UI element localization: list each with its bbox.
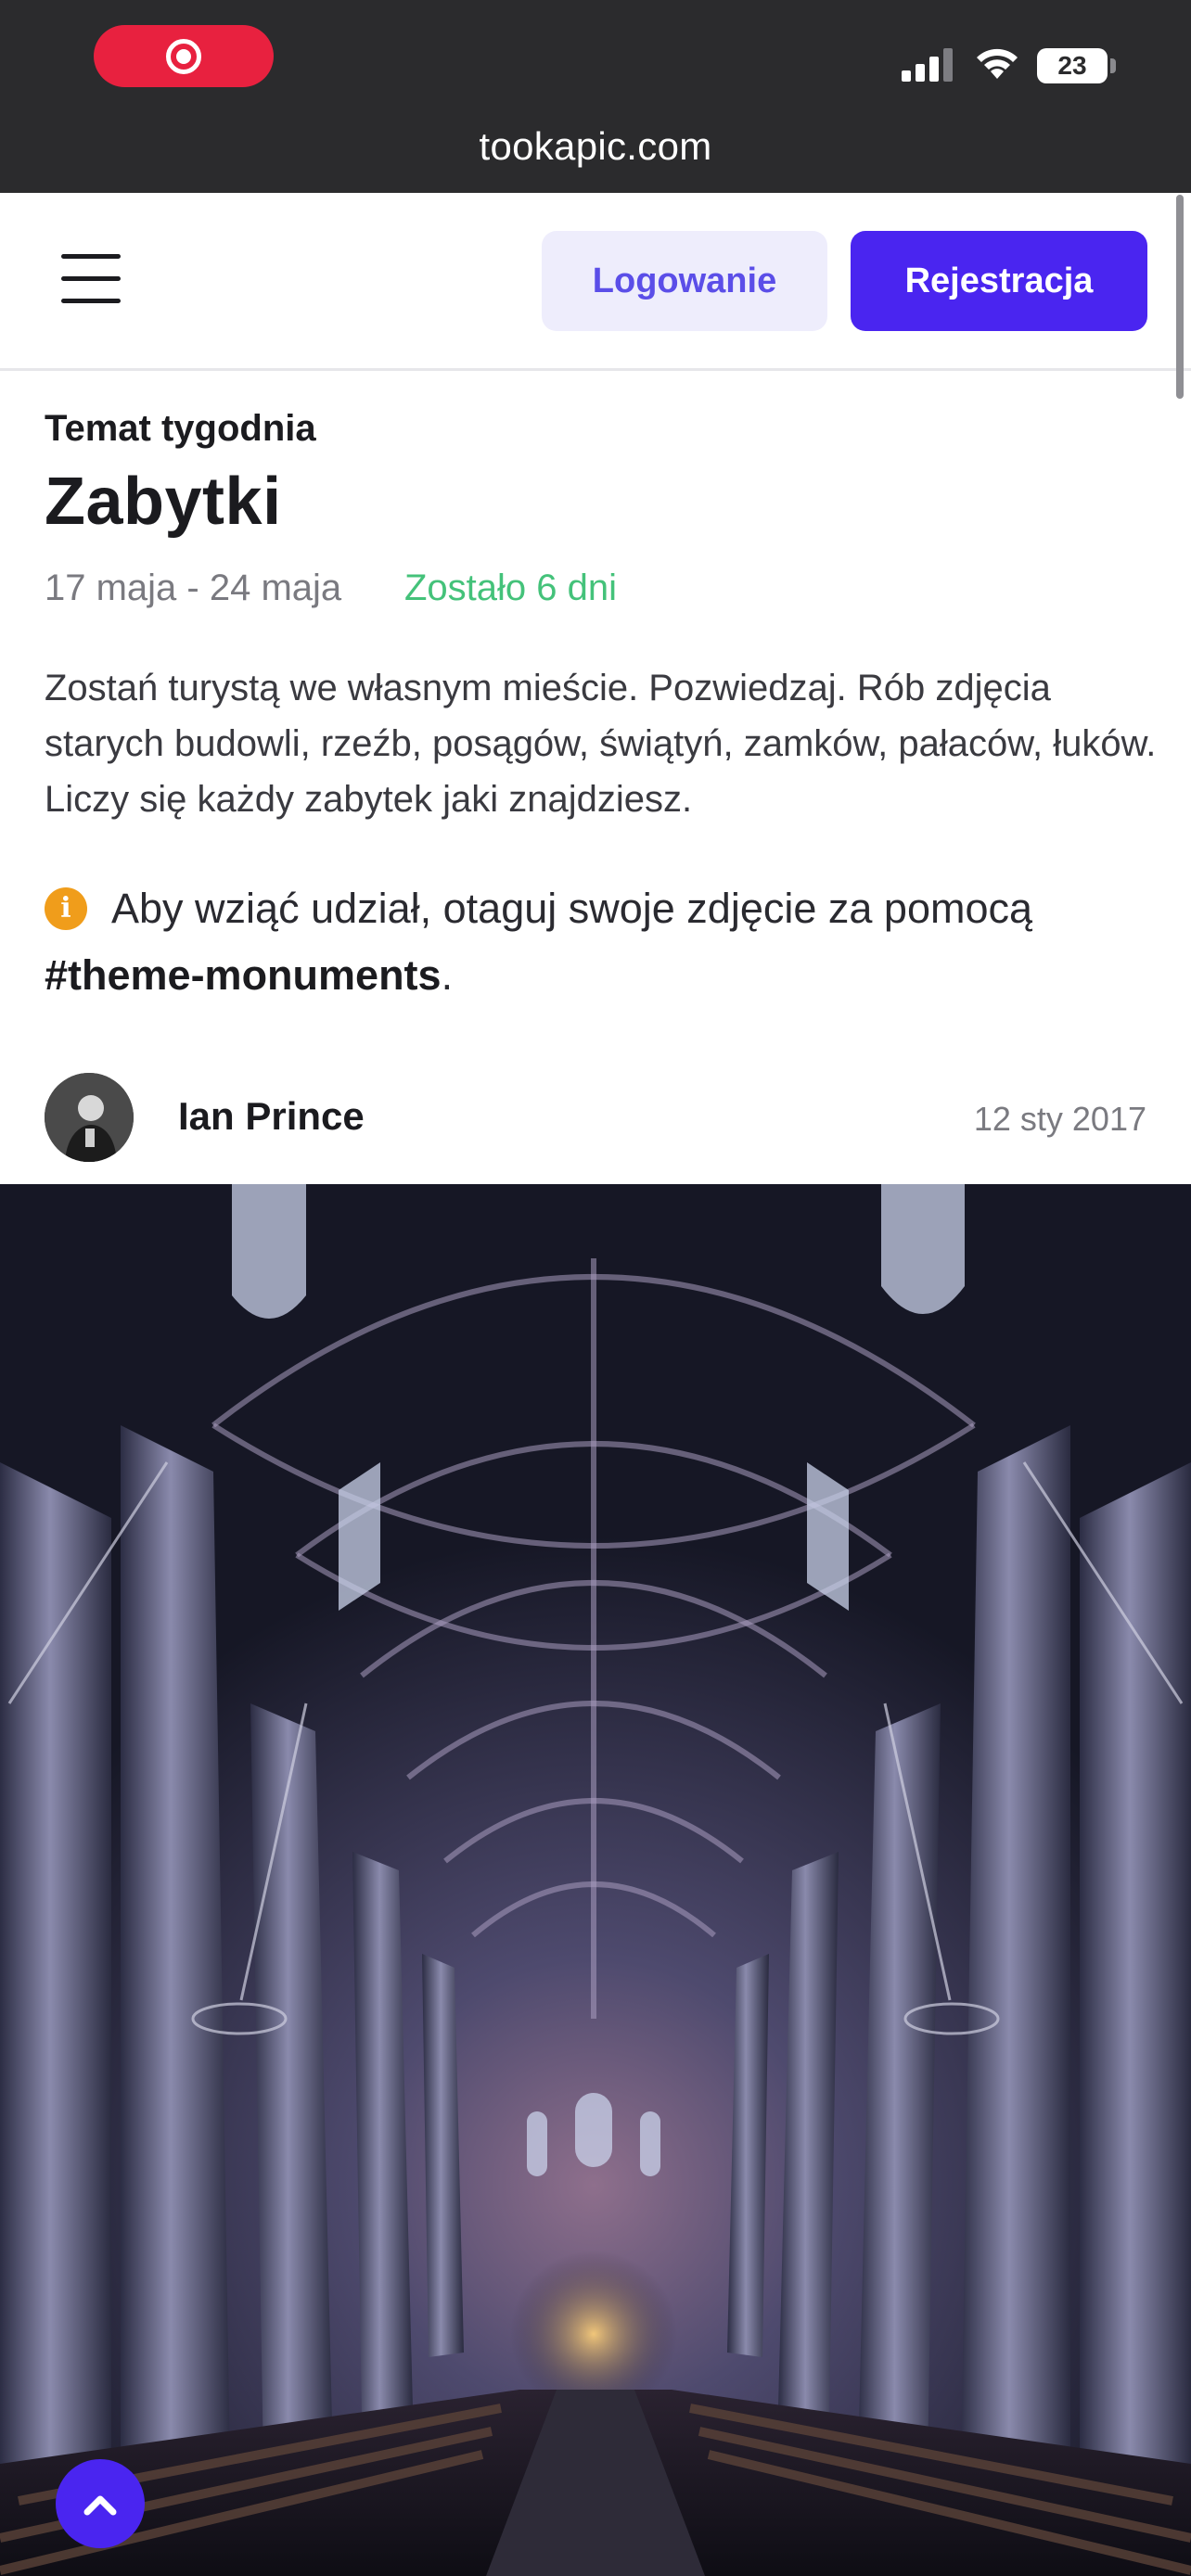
record-icon [166,38,201,74]
author-name[interactable]: Ian Prince [178,1094,365,1139]
theme-date-range: 17 maja - 24 maja [45,567,342,608]
screen-recording-indicator[interactable] [94,25,274,87]
wifi-icon [977,48,1018,79]
browser-url[interactable]: tookapic.com [0,124,1191,169]
login-button[interactable]: Logowanie [542,231,827,331]
chevron-up-icon [83,2495,117,2516]
theme-label: Temat tygodnia [45,408,316,449]
theme-description: Zostań turystą we własnym mieście. Pozwi… [45,668,1157,820]
post-date: 12 sty 2017 [973,1100,1146,1138]
battery-indicator: 23 [1037,48,1108,83]
register-button[interactable]: Rejestracja [851,231,1147,331]
info-icon: i [45,887,87,930]
status-bar: 23 tookapic.com [0,0,1191,193]
days-left-badge: Zostało 6 dni [404,567,618,608]
theme-hashtag[interactable]: #theme-monuments [45,951,442,999]
site-header: Logowanie Rejestracja [0,193,1191,371]
info-suffix: . [441,951,454,999]
info-text: Aby wziąć udział, otaguj swoje zdjęcie z… [111,885,1033,932]
back-to-top-button[interactable] [56,2459,145,2548]
cellular-signal-icon [902,48,953,82]
avatar[interactable] [45,1073,134,1162]
participation-info: i Aby wziąć udział, otaguj swoje zdjęcie … [45,875,1158,1009]
post-photo[interactable] [0,1184,1191,2576]
page-title: Zabytki [45,465,282,539]
battery-cap [1110,58,1116,73]
scrollbar[interactable] [1176,195,1184,399]
hamburger-menu-icon[interactable] [61,254,121,304]
battery-level: 23 [1057,51,1087,80]
